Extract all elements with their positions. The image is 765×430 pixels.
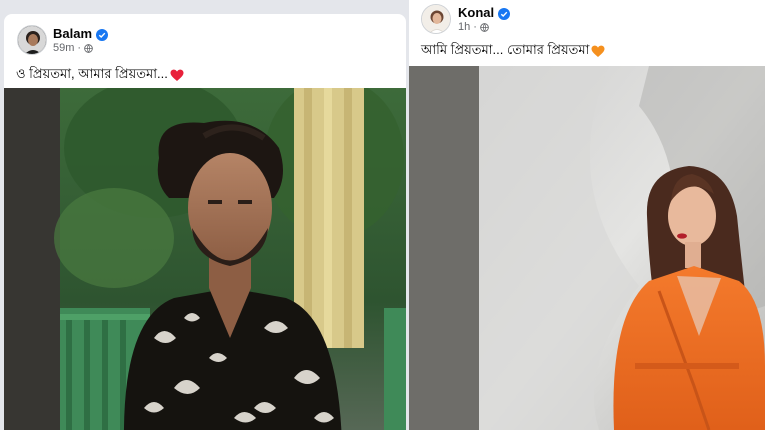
post-timestamp[interactable]: 1h	[458, 21, 470, 33]
avatar[interactable]	[17, 25, 47, 55]
post-header: Balam 59m ·	[4, 14, 406, 55]
post-header: Konal 1h ·	[409, 0, 765, 40]
avatar[interactable]	[421, 4, 451, 34]
author-line: Konal	[458, 5, 511, 20]
post-card-konal: Konal 1h · আমি প্রিয়তমা... তোমার প্রিয়…	[409, 0, 765, 430]
globe-icon	[480, 22, 489, 32]
author-line: Balam	[53, 26, 109, 41]
post-caption: ও প্রিয়তমা, আমার প্রিয়তমা...	[16, 65, 184, 86]
globe-icon	[84, 43, 93, 53]
post-timestamp[interactable]: 59m	[53, 42, 74, 54]
post-caption: আমি প্রিয়তমা... তোমার প্রিয়তমা	[421, 41, 605, 62]
verified-badge-icon	[498, 7, 511, 20]
verified-badge-icon	[96, 28, 109, 41]
author-name[interactable]: Balam	[53, 26, 92, 41]
facebook-feed-collage: Balam 59m · ও প্রিয়তমা, আমার প্রিয়তমা.…	[0, 0, 765, 430]
author-name[interactable]: Konal	[458, 5, 494, 20]
red-heart-icon	[170, 69, 184, 82]
post-photo-woman[interactable]	[409, 66, 765, 430]
orange-heart-icon	[591, 45, 605, 58]
caption-text: আমি প্রিয়তমা... তোমার প্রিয়তমা	[421, 42, 590, 57]
post-photo-man[interactable]	[4, 88, 406, 430]
post-meta: 1h ·	[458, 21, 489, 33]
post-card-balam: Balam 59m · ও প্রিয়তমা, আমার প্রিয়তমা.…	[4, 14, 406, 430]
caption-text: ও প্রিয়তমা, আমার প্রিয়তমা...	[16, 66, 168, 81]
post-meta: 59m ·	[53, 42, 93, 54]
